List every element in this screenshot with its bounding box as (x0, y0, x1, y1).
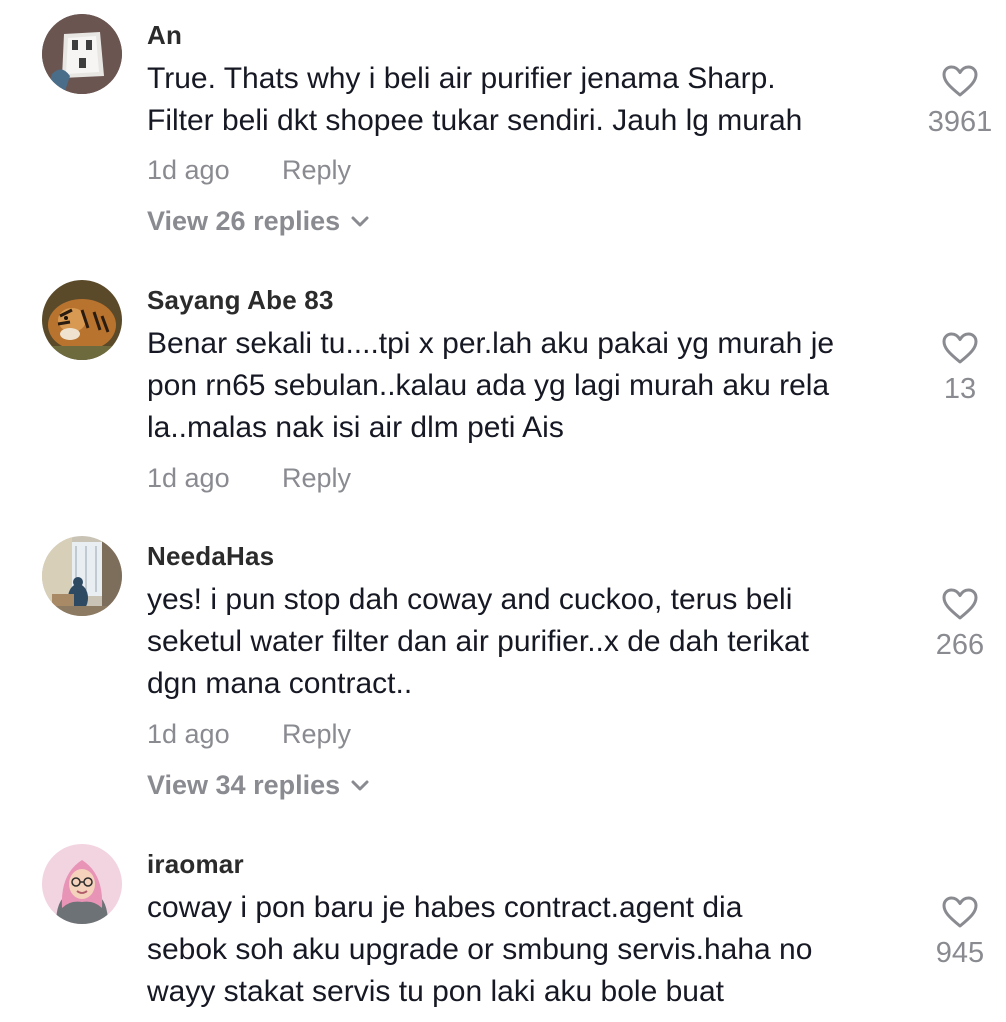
view-replies-label: View 26 replies (147, 206, 341, 236)
comment-meta: 1d ago Reply (147, 719, 351, 750)
comment-text: True. Thats why i beli air purifier jena… (147, 58, 907, 142)
heart-icon (942, 896, 978, 928)
comment-username[interactable]: Sayang Abe 83 (147, 285, 334, 316)
comment-text-line: True. Thats why i beli air purifier jena… (147, 62, 776, 95)
comment-text: yes! i pun stop dah coway and cuckoo, te… (147, 579, 907, 705)
like-count: 13 (943, 373, 977, 405)
comment-text: Benar sekali tu....tpi x per.lah aku pak… (147, 323, 907, 449)
plug-avatar-icon (42, 14, 122, 94)
reply-button[interactable]: Reply (282, 719, 351, 750)
heart-icon (942, 588, 978, 620)
like-button[interactable]: 945 (920, 895, 1000, 970)
like-button[interactable]: 13 (920, 331, 1000, 406)
comment-meta: 1d ago Reply (147, 463, 351, 494)
comment-text-line: pon rn65 sebulan..kalau ada yg lagi mura… (147, 369, 830, 402)
reply-button[interactable]: Reply (282, 155, 351, 186)
like-button[interactable]: 3961 (920, 64, 1000, 139)
user-avatar[interactable] (42, 14, 122, 94)
reply-button[interactable]: Reply (282, 463, 351, 494)
view-replies-label: View 34 replies (147, 770, 341, 800)
comment-text-line: sebok soh aku upgrade or smbung servis.h… (147, 933, 813, 966)
comment-text-line: wayy stakat servis tu pon laki aku bole … (147, 975, 724, 1008)
heart-icon (942, 332, 978, 364)
user-avatar[interactable] (42, 280, 122, 360)
comment-username[interactable]: iraomar (147, 849, 244, 880)
comments-list: An True. Thats why i beli air purifier j… (0, 0, 1006, 1022)
heart-icon (942, 65, 978, 97)
like-count: 266 (935, 629, 985, 661)
comment-text-line: Benar sekali tu....tpi x per.lah aku pak… (147, 327, 835, 360)
chevron-down-icon (350, 205, 370, 236)
chevron-down-icon (350, 769, 370, 800)
user-avatar[interactable] (42, 844, 122, 924)
comment-text-line: Filter beli dkt shopee tukar sendiri. Ja… (147, 104, 803, 137)
like-count: 3961 (927, 106, 993, 138)
view-replies-button[interactable]: View 34 replies (147, 770, 370, 801)
comment-text: coway i pon baru je habes contract.agent… (147, 887, 907, 1013)
like-count: 945 (935, 937, 985, 969)
comment-text-line: yes! i pun stop dah coway and cuckoo, te… (147, 583, 793, 616)
comment-text-line: coway i pon baru je habes contract.agent… (147, 891, 743, 924)
comment-timestamp: 1d ago (147, 155, 230, 185)
tiger-avatar-icon (42, 280, 122, 360)
comment-text-line: dgn mana contract.. (147, 667, 413, 700)
comment-username[interactable]: NeedaHas (147, 541, 274, 572)
comment-text-line: seketul water filter dan air purifier..x… (147, 625, 809, 658)
room-photo-avatar-icon (42, 536, 122, 616)
comment-text-line: la..malas nak isi air dlm peti Ais (147, 411, 564, 444)
comment-timestamp: 1d ago (147, 463, 230, 493)
comment-meta: 1d ago Reply (147, 155, 351, 186)
view-replies-button[interactable]: View 26 replies (147, 206, 370, 237)
comment-username[interactable]: An (147, 20, 182, 51)
hijab-cartoon-avatar-icon (42, 844, 122, 924)
comment-timestamp: 1d ago (147, 719, 230, 749)
user-avatar[interactable] (42, 536, 122, 616)
like-button[interactable]: 266 (920, 587, 1000, 662)
